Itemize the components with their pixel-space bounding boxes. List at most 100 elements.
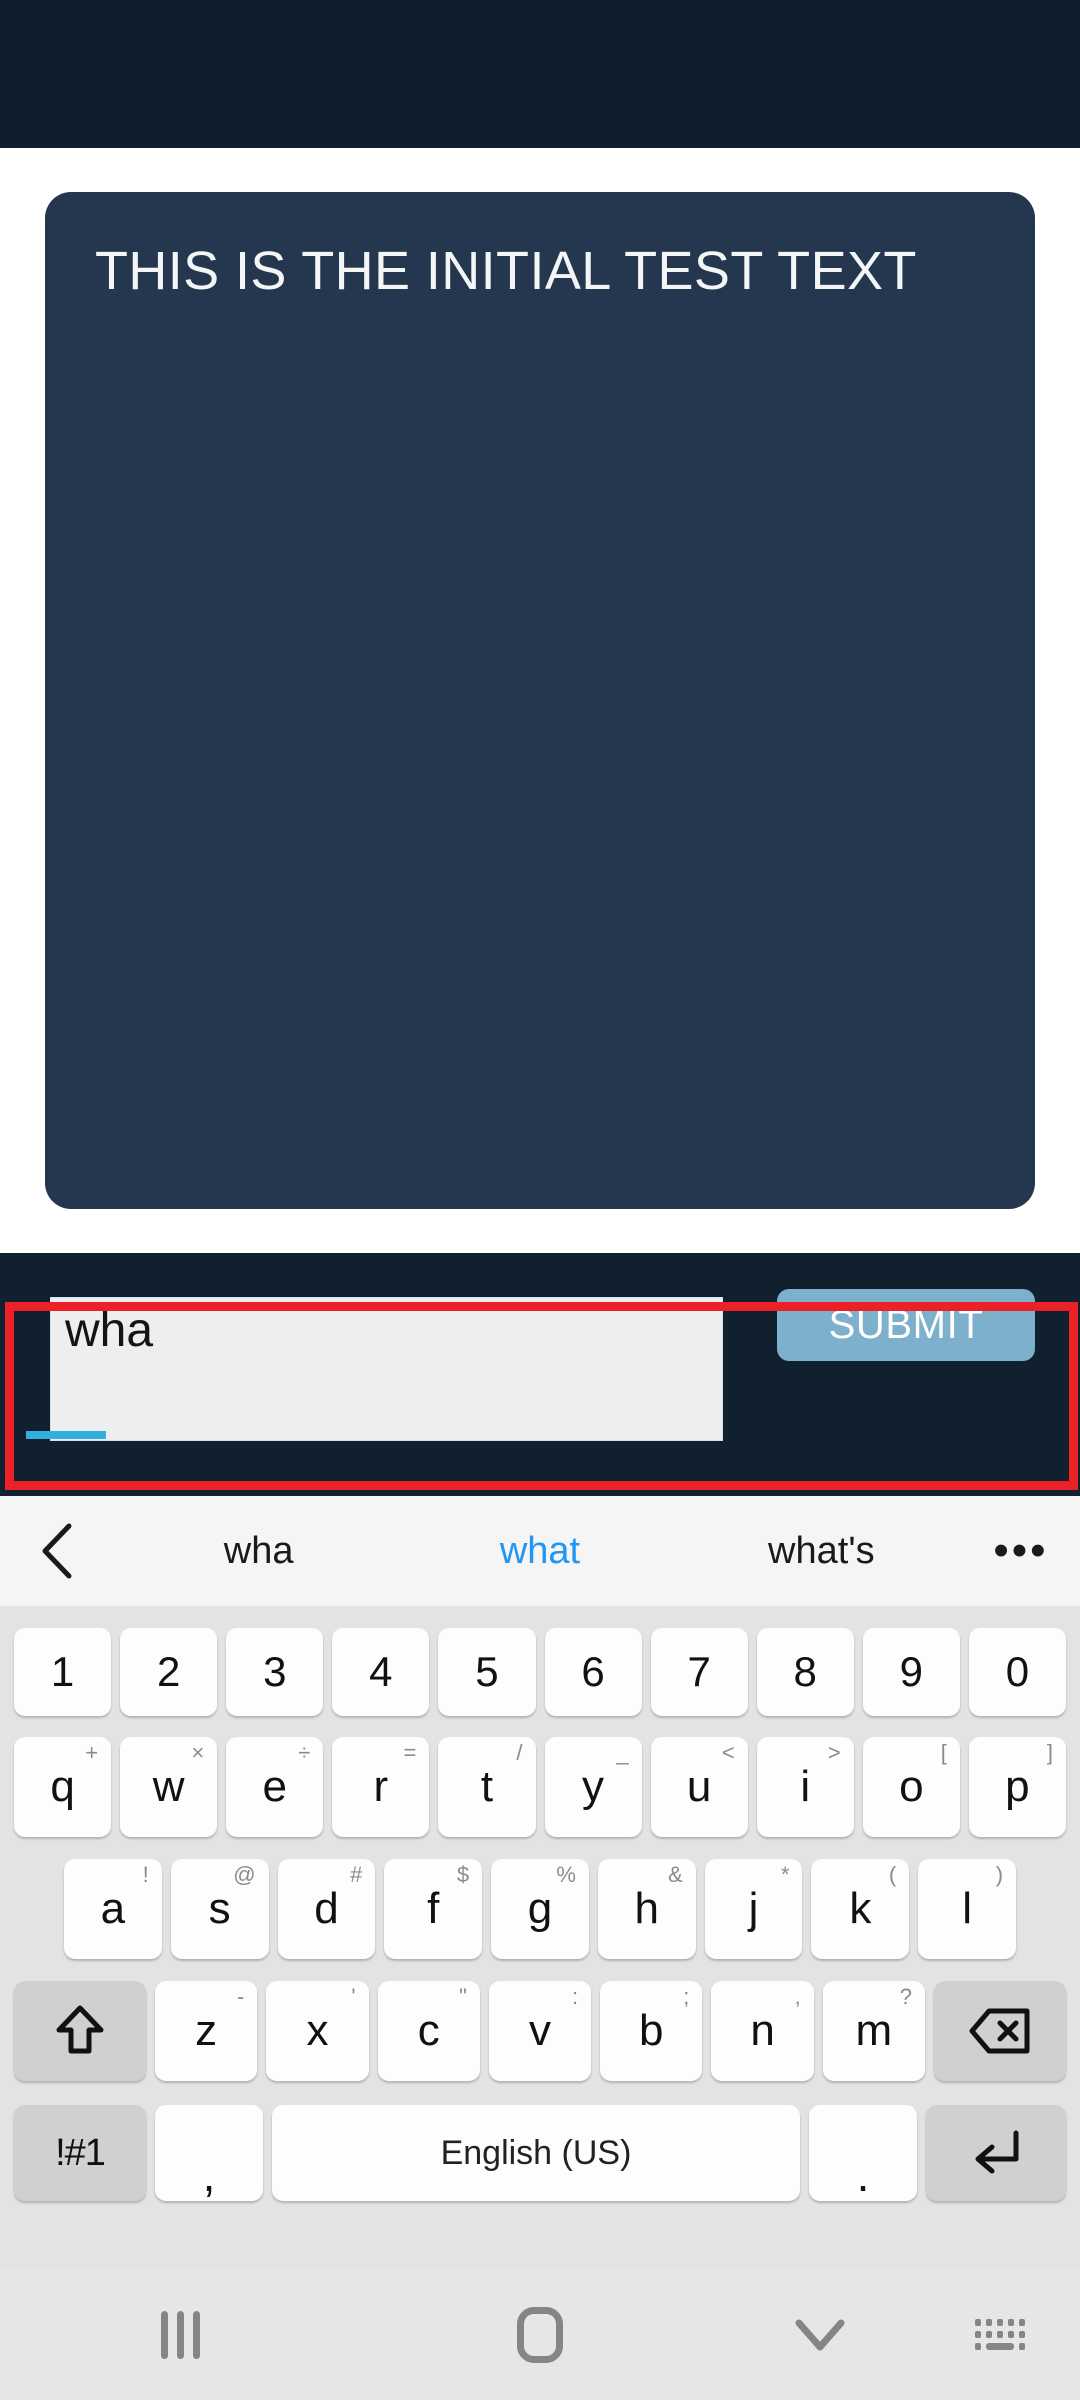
key-d[interactable]: # d xyxy=(277,1859,376,1959)
key-period[interactable]: . xyxy=(809,2105,917,2201)
key-b-sup: ; xyxy=(683,1984,690,2009)
key-0[interactable]: 0 xyxy=(968,1628,1066,1716)
key-period-label: . xyxy=(856,2149,870,2201)
key-j[interactable]: * j xyxy=(704,1859,803,1959)
recent-apps-icon[interactable] xyxy=(0,2311,360,2359)
key-e-label: e xyxy=(262,1762,287,1811)
key-j-label: j xyxy=(748,1884,759,1933)
suggestion-item-2[interactable]: what's xyxy=(681,1530,962,1573)
key-y-label: y xyxy=(582,1762,605,1811)
key-d-label: d xyxy=(314,1884,339,1933)
key-x[interactable]: ' x xyxy=(266,1981,369,2081)
key-1[interactable]: 1 xyxy=(14,1628,112,1716)
key-c[interactable]: " c xyxy=(377,1981,480,2081)
key-p-sup: ] xyxy=(1046,1740,1053,1765)
suggestions-more-icon[interactable]: ••• xyxy=(962,1529,1080,1573)
submit-button[interactable]: SUBMIT xyxy=(777,1289,1035,1361)
keyboard-row-top: + q × w ÷ e = r / t _ y < u > i [o ] p xyxy=(8,1726,1072,1848)
key-9[interactable]: 9 xyxy=(862,1628,960,1716)
key-comma[interactable]: , xyxy=(155,2105,263,2201)
shift-up-arrow-icon[interactable] xyxy=(14,1981,147,2081)
key-comma-label: , xyxy=(202,2149,216,2201)
key-8[interactable]: 8 xyxy=(756,1628,854,1716)
key-u-sup: < xyxy=(721,1740,735,1765)
key-g-label: g xyxy=(527,1884,553,1933)
key-e[interactable]: ÷ e xyxy=(226,1737,324,1837)
key-v[interactable]: :v xyxy=(488,1981,592,2081)
key-3[interactable]: 3 xyxy=(226,1628,324,1716)
key-u-label: u xyxy=(686,1762,712,1811)
key-5[interactable]: 5 xyxy=(438,1628,536,1716)
suggestion-item-1[interactable]: what xyxy=(399,1530,680,1573)
key-n[interactable]: ,n xyxy=(711,1981,814,2081)
key-w-sup: × xyxy=(191,1740,205,1765)
suggestion-item-0[interactable]: wha xyxy=(118,1530,399,1573)
key-a-label: a xyxy=(100,1884,126,1933)
key-r-sup: = xyxy=(403,1740,417,1765)
key-6[interactable]: 6 xyxy=(544,1628,642,1716)
key-r-label: r xyxy=(373,1762,389,1811)
key-l-sup: ) xyxy=(995,1862,1004,1887)
key-w-label: w xyxy=(152,1762,185,1811)
key-4[interactable]: 4 xyxy=(332,1628,430,1716)
symbols-key[interactable]: !#1 xyxy=(14,2105,146,2201)
keyboard-row-home: ! a @ s # d $ f % g & h * j (k ) l xyxy=(8,1848,1072,1970)
keyboard-switch-icon[interactable] xyxy=(920,2313,1080,2357)
key-t[interactable]: / t xyxy=(438,1737,536,1837)
key-s[interactable]: @ s xyxy=(170,1859,269,1959)
key-y[interactable]: _ y xyxy=(544,1737,642,1837)
display-text: THIS IS THE INITIAL TEST TEXT xyxy=(95,241,917,301)
key-o[interactable]: [o xyxy=(862,1737,960,1837)
key-p[interactable]: ] p xyxy=(968,1737,1066,1837)
chevron-left-icon[interactable] xyxy=(0,1522,118,1580)
key-t-sup: / xyxy=(516,1740,523,1765)
system-navigation-bar xyxy=(0,2270,1080,2400)
key-m[interactable]: ? m xyxy=(822,1981,925,2081)
key-l-label: l xyxy=(962,1884,973,1933)
key-n-sup: , xyxy=(794,1984,801,2009)
key-z[interactable]: -z xyxy=(155,1981,258,2081)
key-a[interactable]: ! a xyxy=(63,1859,162,1959)
key-m-label: m xyxy=(855,2006,893,2055)
key-k-sup: ( xyxy=(888,1862,897,1887)
key-r[interactable]: = r xyxy=(332,1737,430,1837)
key-d-sup: # xyxy=(350,1862,363,1887)
input-focus-accent xyxy=(26,1431,106,1439)
key-v-sup: : xyxy=(572,1984,579,2009)
chevron-down-icon[interactable] xyxy=(720,2317,920,2353)
on-screen-keyboard: 1 2 3 4 5 6 7 8 9 0 + q × w ÷ e = r / t _ y < u… xyxy=(0,1606,1080,2270)
key-g[interactable]: % g xyxy=(491,1859,589,1959)
key-b-label: b xyxy=(639,2006,664,2055)
key-h[interactable]: & h xyxy=(597,1859,696,1959)
key-h-label: h xyxy=(634,1884,660,1933)
key-i[interactable]: > i xyxy=(756,1737,854,1837)
key-z-sup: - xyxy=(236,1984,245,2009)
keyboard-row-bottom: -z ' x " c :v ; b ,n ? m xyxy=(8,1970,1072,2092)
key-f-label: f xyxy=(427,1884,440,1933)
key-q-sup: + xyxy=(85,1740,99,1765)
key-2[interactable]: 2 xyxy=(120,1628,218,1716)
key-p-label: p xyxy=(1005,1762,1030,1811)
enter-return-icon[interactable] xyxy=(926,2105,1066,2201)
key-f[interactable]: $ f xyxy=(384,1859,483,1959)
key-o-sup: [ xyxy=(940,1740,947,1765)
key-l[interactable]: ) l xyxy=(918,1859,1017,1959)
key-f-sup: $ xyxy=(456,1862,470,1887)
key-q[interactable]: + q xyxy=(14,1737,112,1837)
key-x-label: x xyxy=(306,2006,329,2055)
key-a-sup: ! xyxy=(142,1862,149,1887)
home-icon[interactable] xyxy=(360,2307,720,2363)
key-y-sup: _ xyxy=(616,1740,629,1765)
key-j-sup: * xyxy=(780,1862,790,1887)
space-key[interactable]: English (US) xyxy=(272,2105,800,2201)
key-u[interactable]: < u xyxy=(650,1737,748,1837)
key-n-label: n xyxy=(750,2006,775,2055)
key-g-sup: % xyxy=(556,1862,576,1887)
key-k[interactable]: (k xyxy=(811,1859,910,1959)
key-7[interactable]: 7 xyxy=(650,1628,748,1716)
key-b[interactable]: ; b xyxy=(600,1981,703,2081)
backspace-icon[interactable] xyxy=(933,1981,1066,2081)
key-w[interactable]: × w xyxy=(120,1737,218,1837)
text-input[interactable] xyxy=(50,1297,723,1441)
key-t-label: t xyxy=(480,1762,494,1811)
